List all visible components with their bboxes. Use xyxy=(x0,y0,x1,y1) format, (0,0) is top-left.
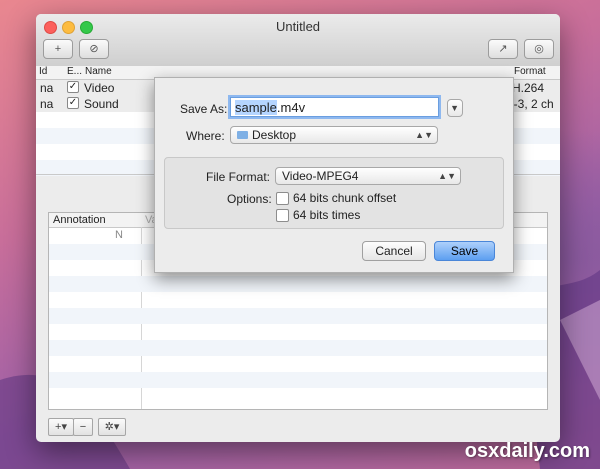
add-annotation-button[interactable]: +▾ xyxy=(48,418,74,436)
column-id[interactable]: Id xyxy=(39,66,47,77)
save-button[interactable]: Save xyxy=(434,241,495,261)
where-label: Where: xyxy=(186,129,225,143)
enabled-checkbox[interactable]: ✓ xyxy=(67,81,79,93)
where-popup[interactable]: Desktop ▲▼ xyxy=(230,126,438,144)
folder-icon xyxy=(237,131,248,139)
remove-annotation-button[interactable]: − xyxy=(73,418,93,436)
column-enabled[interactable]: E... xyxy=(67,66,82,77)
revert-icon[interactable]: ⊘ xyxy=(79,39,109,59)
enabled-checkbox[interactable]: ✓ xyxy=(67,97,79,109)
save-as-label: Save As: xyxy=(180,102,228,116)
annotation-row-name: N xyxy=(115,229,123,241)
add-track-button[interactable]: + xyxy=(43,39,73,59)
column-format[interactable]: Format xyxy=(514,66,546,77)
column-name[interactable]: Name xyxy=(85,66,112,77)
filename-input[interactable]: sample.m4v xyxy=(230,97,439,117)
quicktime-window: Untitled + ⊘ ↗ ◎ Id E... Name Format na … xyxy=(36,14,560,442)
annotation-header[interactable]: Annotation xyxy=(53,214,106,226)
option-64bit-times-checkbox[interactable]: 64 bits times xyxy=(276,208,360,222)
gear-icon[interactable]: ✲▾ xyxy=(98,418,126,436)
file-format-popup[interactable]: Video-MPEG4 ▲▼ xyxy=(275,167,461,185)
file-format-label: File Format: xyxy=(206,170,271,184)
expand-dialog-button[interactable]: ▼ xyxy=(447,99,463,117)
title-bar: Untitled + ⊘ ↗ ◎ xyxy=(36,14,560,67)
option-64bit-chunk-checkbox[interactable]: 64 bits chunk offset xyxy=(276,191,396,205)
share-icon[interactable]: ↗ xyxy=(488,39,518,59)
format-options-group: File Format: Video-MPEG4 ▲▼ Options: 64 … xyxy=(164,157,504,229)
info-icon[interactable]: ◎ xyxy=(524,39,554,59)
window-title: Untitled xyxy=(275,19,321,34)
save-sheet: Save As: sample.m4v ▼ Where: Desktop ▲▼ … xyxy=(154,77,514,273)
watermark-logo: osxdaily.com xyxy=(464,440,590,462)
options-label: Options: xyxy=(227,192,272,206)
cancel-button[interactable]: Cancel xyxy=(362,241,426,261)
